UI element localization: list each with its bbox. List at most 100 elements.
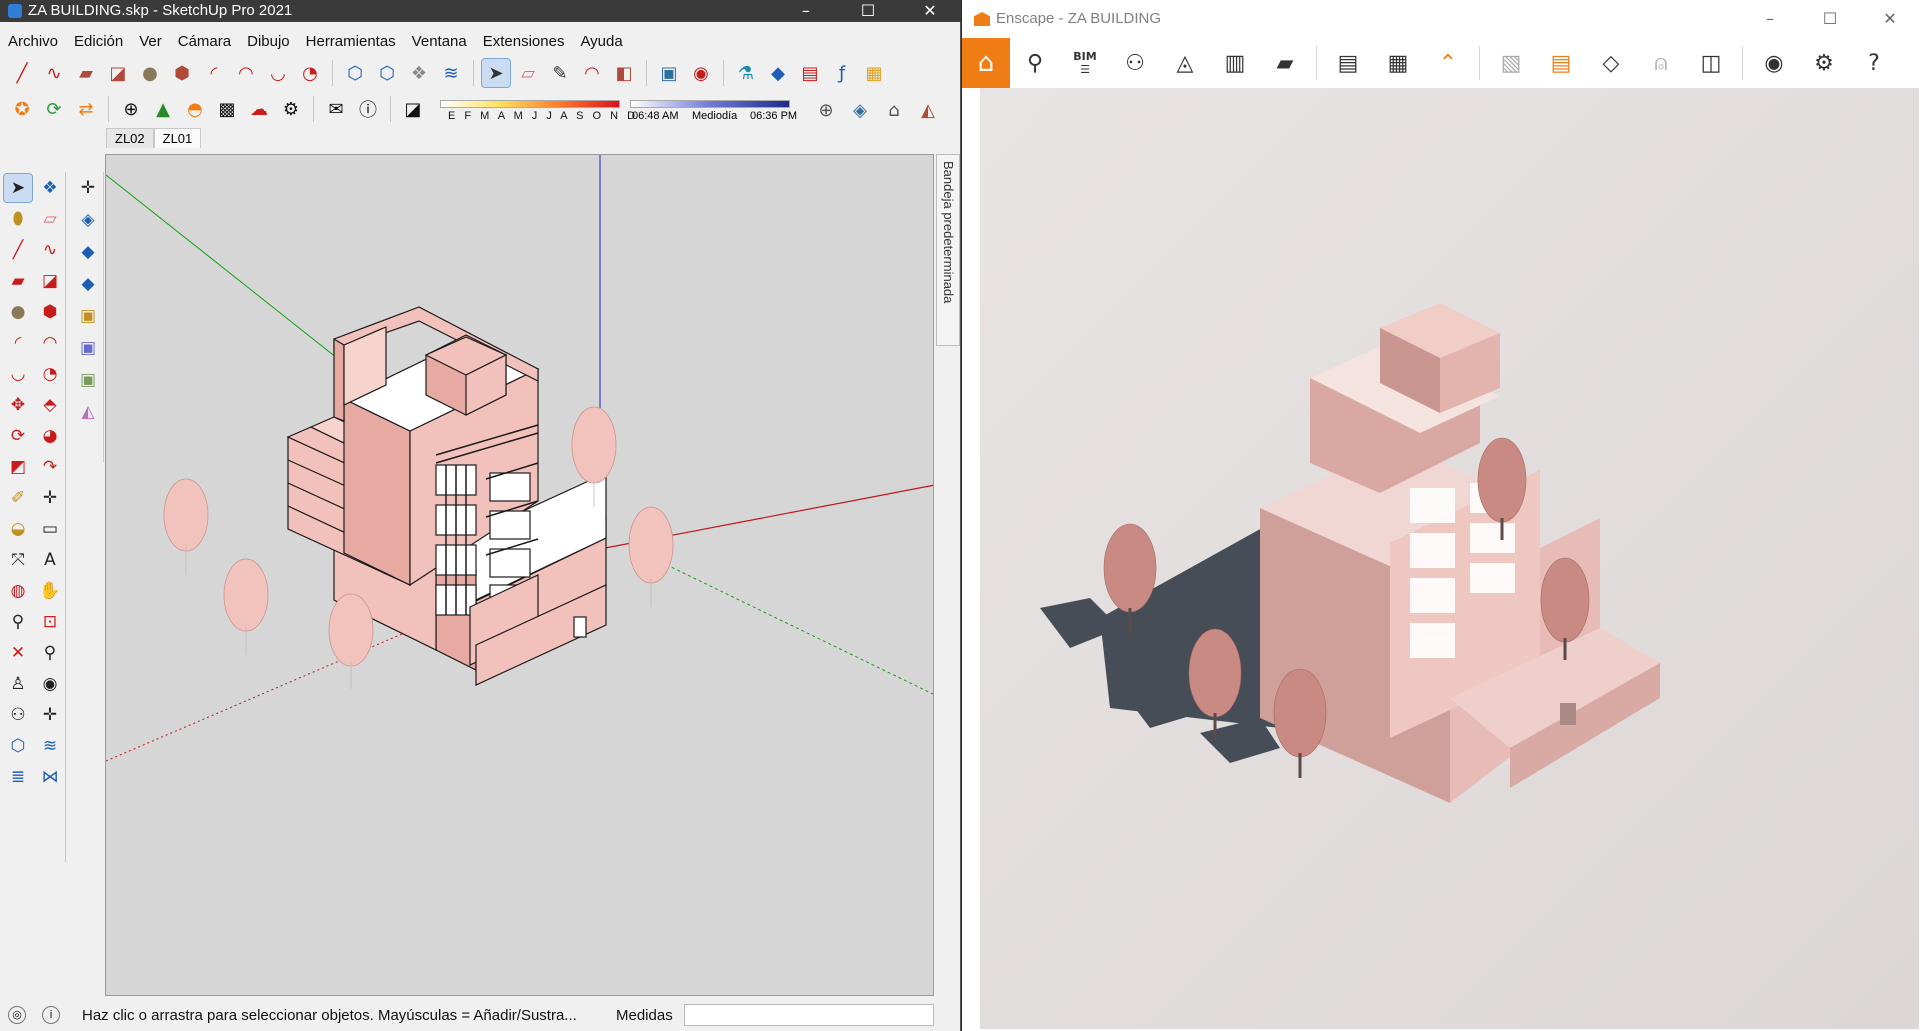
views-icon[interactable]: ⚲ <box>1010 38 1060 88</box>
look-around-icon[interactable]: ◉ <box>36 670 64 698</box>
make-component-icon[interactable]: ❖ <box>36 174 64 202</box>
modeling-viewport[interactable] <box>105 154 934 996</box>
rectangle-icon[interactable]: ▰ <box>4 267 32 295</box>
arc-dropdown-icon[interactable]: ◠ <box>578 59 606 87</box>
material-checker-icon[interactable]: ▩ <box>213 95 241 123</box>
sun-asset-icon[interactable]: ◓ <box>181 95 209 123</box>
tags-panel-icon[interactable]: ≋ <box>36 732 64 760</box>
front-view-icon[interactable]: ◆ <box>74 270 102 298</box>
components-panel-icon[interactable]: ⬡ <box>4 732 32 760</box>
move-icon[interactable]: ✥ <box>4 391 32 419</box>
3d-text-icon[interactable]: A <box>36 546 64 574</box>
styles-icon[interactable]: ❖ <box>405 59 433 87</box>
settings-gear-icon[interactable]: ⚙ <box>1799 38 1849 88</box>
binoculars-icon[interactable]: ⚇ <box>1110 38 1160 88</box>
menu-edicion[interactable]: Edición <box>66 27 131 57</box>
previous-view-icon[interactable]: ⚲ <box>36 639 64 667</box>
components-icon[interactable]: ⬡ <box>341 59 369 87</box>
walk-mode-icon[interactable]: ⍝ <box>1636 38 1686 88</box>
menu-ayuda[interactable]: Ayuda <box>572 27 630 57</box>
visual-settings-eye-icon[interactable]: ◉ <box>1749 38 1799 88</box>
eraser-icon[interactable]: ▱ <box>36 205 64 233</box>
freehand-icon[interactable]: ∿ <box>36 236 64 264</box>
axes-icon[interactable]: ⤧ <box>4 546 32 574</box>
map-icon[interactable]: ▧ <box>1486 38 1536 88</box>
dimension-icon[interactable]: ✛ <box>36 484 64 512</box>
shaded-icon[interactable]: ▣ <box>74 366 102 394</box>
date-slider[interactable] <box>440 100 620 108</box>
tab-zl02[interactable]: ZL02 <box>106 128 154 148</box>
menu-ver[interactable]: Ver <box>131 27 170 57</box>
offset-icon[interactable]: ↷ <box>36 453 64 481</box>
eraser-tool-icon[interactable]: ▱ <box>514 59 542 87</box>
position-camera-icon[interactable]: ♙ <box>4 670 32 698</box>
zoom-extents-icon[interactable]: ✕ <box>4 639 32 667</box>
texture-icon[interactable]: ◈ <box>846 96 874 124</box>
tree-asset-icon[interactable]: ▲ <box>149 95 177 123</box>
3d-warehouse-icon[interactable]: ▣ <box>655 59 683 87</box>
pencil-dropdown-icon[interactable]: ✎ <box>546 59 574 87</box>
info-icon[interactable]: ⓘ <box>354 95 382 123</box>
layers-panel-icon[interactable]: ≣ <box>4 763 32 791</box>
layers-icon[interactable]: ≋ <box>437 59 465 87</box>
menu-dibujo[interactable]: Dibujo <box>239 27 298 57</box>
pie-tool-icon[interactable]: ◔ <box>296 59 324 87</box>
menu-ventana[interactable]: Ventana <box>404 27 475 57</box>
zoom-icon[interactable]: ⚲ <box>4 608 32 636</box>
geo-location-icon[interactable]: ◎ <box>8 1006 26 1024</box>
bim-icon[interactable]: BIM ☰ <box>1060 38 1110 88</box>
extension-warehouse-icon[interactable]: ◉ <box>687 59 715 87</box>
push-pull-icon[interactable]: ⬘ <box>36 391 64 419</box>
color-picker-icon[interactable]: ▦ <box>860 59 888 87</box>
upload-cloud-icon[interactable]: ☁ <box>245 95 273 123</box>
scale-icon[interactable]: ◩ <box>4 453 32 481</box>
batch-render-icon[interactable]: ▦ <box>1373 38 1423 88</box>
asset-library-icon[interactable]: ◬ <box>1160 38 1210 88</box>
protractor-icon[interactable]: ◒ <box>4 515 32 543</box>
iso-view-icon[interactable]: ◈ <box>74 206 102 234</box>
walk-icon[interactable]: ⚇ <box>4 701 32 729</box>
enscape-render-view[interactable] <box>980 88 1919 1029</box>
time-slider[interactable] <box>630 100 790 108</box>
xray-icon[interactable]: ▣ <box>74 302 102 330</box>
sandbox-icon[interactable]: ⊕ <box>812 96 840 124</box>
enscape-sync-icon[interactable]: ⟳ <box>40 95 68 123</box>
close-button[interactable]: ✕ <box>899 0 961 22</box>
formula-icon[interactable]: ƒ <box>828 59 856 87</box>
vr-headset-icon[interactable]: ◫ <box>1686 38 1736 88</box>
cube-view-icon[interactable]: ◇ <box>1586 38 1636 88</box>
enscape-start-icon[interactable]: ✪ <box>8 95 36 123</box>
shadow-settings-bar[interactable]: E F M A M J J A S O N D 06:48 AM Mediodí… <box>440 96 800 126</box>
section-plane-tool-icon[interactable]: ✛ <box>36 701 64 729</box>
tab-zl01[interactable]: ZL01 <box>153 128 202 148</box>
zoom-window-icon[interactable]: ⊡ <box>36 608 64 636</box>
freehand-tool-icon[interactable]: ∿ <box>40 59 68 87</box>
rotated-rectangle-icon[interactable]: ◪ <box>104 59 132 87</box>
circle-icon[interactable]: ● <box>4 298 32 326</box>
tape-measure-icon[interactable]: ✐ <box>4 484 32 512</box>
select-icon[interactable]: ➤ <box>3 173 33 203</box>
clapperboard-icon[interactable]: ▰ <box>1260 38 1310 88</box>
three-point-arc-icon[interactable]: ◡ <box>264 59 292 87</box>
pan-icon[interactable]: ✋ <box>36 577 64 605</box>
collapse-chevron-icon[interactable]: ⌃ <box>1423 38 1473 88</box>
2pt-arc-icon[interactable]: ◠ <box>36 329 64 357</box>
enscape-maximize-button[interactable]: ☐ <box>1800 0 1860 38</box>
line-tool-icon[interactable]: ╱ <box>8 59 36 87</box>
minimize-button[interactable]: – <box>775 0 837 22</box>
book-icon[interactable]: ◭ <box>914 96 942 124</box>
layout-icon[interactable]: ▤ <box>796 59 824 87</box>
rectangle-tool-icon[interactable]: ▰ <box>72 59 100 87</box>
flip-icon[interactable]: ◭ <box>74 398 102 426</box>
paint-bucket-icon[interactable]: ⬮ <box>4 205 32 233</box>
arrows-icon[interactable]: ✛ <box>74 174 102 202</box>
text-icon[interactable]: ▭ <box>36 515 64 543</box>
arc-tool-icon[interactable]: ◜ <box>200 59 228 87</box>
home-icon[interactable]: ⌂ <box>962 38 1010 88</box>
instructor-info-icon[interactable]: i <box>42 1006 60 1024</box>
select-tool-icon[interactable]: ➤ <box>481 58 511 88</box>
materials-icon[interactable]: ⬡ <box>373 59 401 87</box>
feedback-mail-icon[interactable]: ✉ <box>322 95 350 123</box>
3pt-arc-icon[interactable]: ◡ <box>4 360 32 388</box>
help-icon[interactable]: ? <box>1849 38 1899 88</box>
